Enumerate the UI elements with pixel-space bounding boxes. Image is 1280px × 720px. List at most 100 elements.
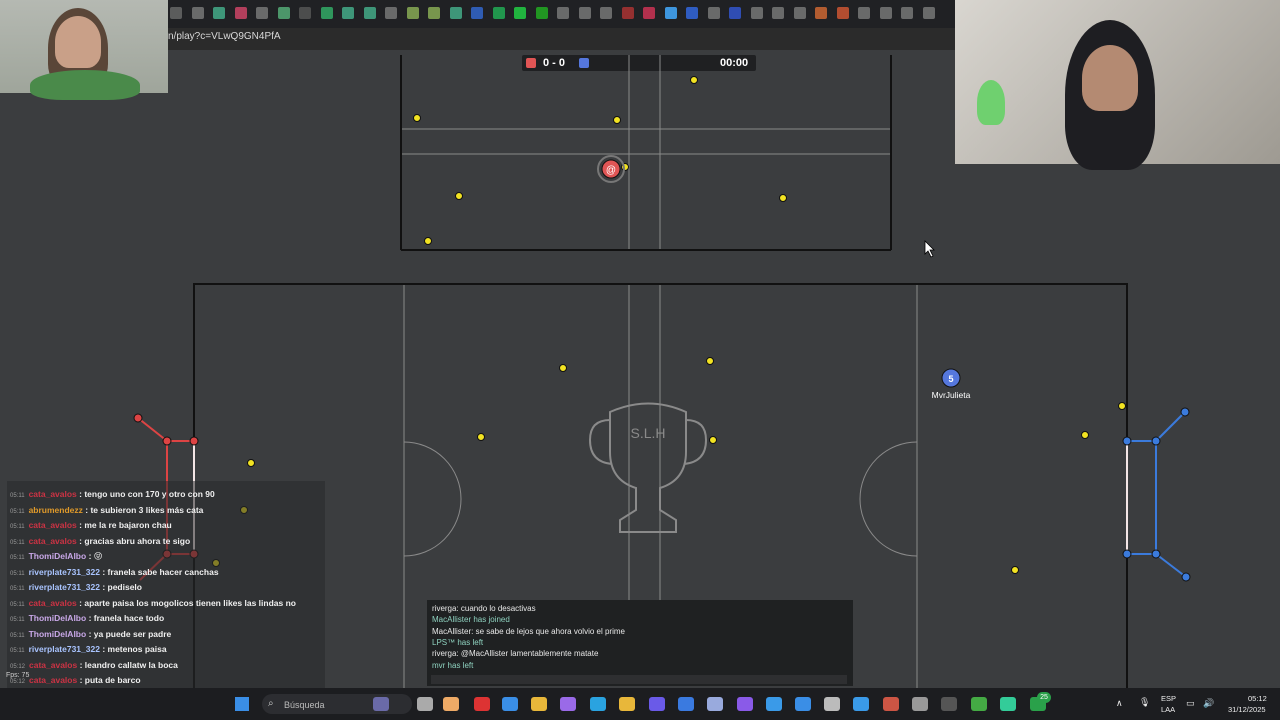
chat-timestamp: 05:11	[10, 648, 25, 654]
chat-text: : me la re bajaron chau	[79, 520, 172, 530]
chat-message: 05:11 abrumendezz : te subieron 3 likes m…	[10, 505, 203, 515]
blue-player-name: MvrJulieta	[932, 390, 971, 400]
game-chat-message: mvr has left	[432, 660, 474, 670]
chat-timestamp: 05:11	[10, 539, 25, 546]
chat-text: : leandro callatw la boca	[79, 659, 178, 670]
chat-text: : aparte paisa los mogolicos tienen like…	[79, 597, 296, 608]
obs-icon[interactable]	[824, 697, 840, 711]
chat-text: : gracias abru ahora te sigo	[79, 535, 191, 546]
chat-message: 05:11 cata_avalos : tengo uno con 170 y o…	[10, 489, 215, 499]
opera-icon[interactable]	[474, 697, 490, 711]
folder-icon[interactable]	[531, 697, 547, 711]
chat-timestamp: 05:11	[10, 570, 25, 577]
chat-timestamp: 05:11	[10, 524, 25, 530]
chat-text: : 😝	[88, 551, 103, 561]
trophy-logo	[588, 402, 708, 533]
chat-text: : franela hace todo	[88, 613, 165, 623]
game-chat-message: riverga: @MacAllister lamentablemente ma…	[432, 649, 599, 659]
chat-text: : tengo uno con 170 y otro con 90	[79, 489, 215, 499]
notepad-icon[interactable]	[795, 697, 811, 711]
search-placeholder[interactable]: Búsqueda	[284, 700, 325, 710]
microphone-icon[interactable]: 🎙	[1139, 697, 1150, 708]
taskbar	[0, 688, 1280, 720]
chat-message: 05:11 cata_avalos : me la re bajaron chau	[10, 520, 172, 530]
game-chat-message: MacAllister: se sabe de lejos que ahora …	[432, 626, 625, 636]
chat-timestamp: 05:12	[10, 679, 26, 685]
chat-username: riverplate731_322	[28, 582, 103, 592]
chat-timestamp: 05:11	[10, 508, 25, 515]
lang-line2[interactable]: LAA	[1161, 705, 1175, 714]
chat-username: cata_avalos	[29, 675, 80, 685]
pen-icon[interactable]	[560, 697, 576, 711]
store-icon[interactable]	[502, 697, 518, 711]
chevron-up-icon[interactable]: ∧	[1116, 698, 1123, 709]
app-icon[interactable]	[443, 697, 459, 711]
chat-timestamp: 05:11	[10, 632, 25, 639]
lang-line1[interactable]: ESP	[1161, 694, 1176, 703]
app-icon[interactable]	[766, 697, 782, 711]
task-view-icon[interactable]	[417, 697, 433, 711]
chat-text: : pediselo	[102, 582, 142, 592]
stadium-logo-text: S.L.H	[630, 425, 665, 441]
chat-username: cata_avalos	[28, 489, 80, 499]
network-icon[interactable]: ▭	[1186, 698, 1195, 709]
chat-message: 05:11 riverplate731_322 : pediselo	[10, 582, 142, 592]
chat-message: 05:11 cata_avalos : aparte paisa los mogo…	[10, 598, 296, 608]
chat-username: ThomiDelAlbo	[28, 628, 89, 639]
chat-username: riverplate731_322	[28, 566, 103, 577]
app-icon[interactable]	[853, 697, 869, 711]
chat-timestamp: 05:12	[10, 663, 26, 670]
fps-counter: Fps: 75	[6, 672, 30, 679]
game-chat-message: riverga: cuando lo desactivas	[432, 604, 536, 613]
chat-username: cata_avalos	[28, 535, 80, 546]
chat-message: 05:11 cata_avalos : gracias abru ahora te…	[10, 536, 190, 546]
chat-text: : puta de barco	[79, 675, 141, 685]
chat-message: 05:11 ThomiDelAlbo : franela hace todo	[10, 613, 164, 623]
windows-start-icon[interactable]	[235, 697, 249, 711]
chat-username: ThomiDelAlbo	[28, 613, 89, 623]
search-icon: ⌕	[268, 698, 274, 709]
chat-username: ThomiDelAlbo	[28, 551, 89, 561]
discord-icon[interactable]	[649, 697, 665, 711]
winrar-icon[interactable]	[883, 697, 899, 711]
app-icon[interactable]	[1000, 697, 1016, 711]
chat-timestamp: 05:11	[10, 617, 25, 623]
terminal-icon[interactable]	[941, 697, 957, 711]
yellow-discs	[212, 76, 1126, 574]
ccleaner-icon[interactable]	[707, 697, 723, 711]
chat-username: cata_avalos	[28, 520, 80, 530]
chat-timestamp: 05:11	[10, 493, 25, 499]
whatsapp-badge: 25	[1037, 692, 1051, 703]
edge-icon[interactable]	[590, 697, 606, 711]
chat-text: : franela sabe hacer canchas	[102, 566, 219, 577]
volume-icon[interactable]: 🔊	[1203, 698, 1214, 709]
chat-text: : metenos paisa	[102, 644, 167, 654]
chat-username: cata_avalos	[28, 597, 80, 608]
clock-date[interactable]: 31/12/2025	[1228, 705, 1266, 714]
chat-text: : te subieron 3 likes más cata	[85, 504, 204, 515]
chat-message: 05:12 cata_avalos : puta de barco	[10, 675, 141, 685]
player-badge-text: @	[606, 165, 616, 176]
settings-icon[interactable]	[912, 697, 928, 711]
chat-message: 05:11 ThomiDelAlbo : ya puede ser padre	[10, 629, 171, 639]
game-chat-message: MacAllister has joined	[432, 615, 510, 625]
vpn-icon[interactable]	[619, 697, 635, 711]
chat-message: 05:12 cata_avalos : leandro callatw la bo…	[10, 660, 178, 670]
clock-time[interactable]: 05:12	[1248, 694, 1267, 703]
chat-timestamp: 05:11	[10, 586, 25, 592]
chat-username: abrumendezz	[28, 504, 86, 515]
chat-message: 05:11 riverplate731_322 : metenos paisa	[10, 644, 167, 654]
blue-player-number: 5	[948, 374, 953, 384]
chat-text: : ya puede ser padre	[88, 628, 172, 639]
chat-username: riverplate731_322	[28, 644, 103, 654]
chat-username: cata_avalos	[29, 659, 80, 670]
game-chat-message: LPS™ has left	[432, 637, 484, 647]
chat-timestamp: 05:11	[10, 555, 25, 561]
app-icon[interactable]	[737, 697, 753, 711]
widgets-icon[interactable]	[373, 697, 389, 711]
chat-timestamp: 05:11	[10, 601, 25, 608]
upper-field	[400, 55, 892, 251]
chrome-icon[interactable]	[971, 697, 987, 711]
steam-icon[interactable]	[678, 697, 694, 711]
game-chat-input[interactable]	[431, 675, 847, 684]
